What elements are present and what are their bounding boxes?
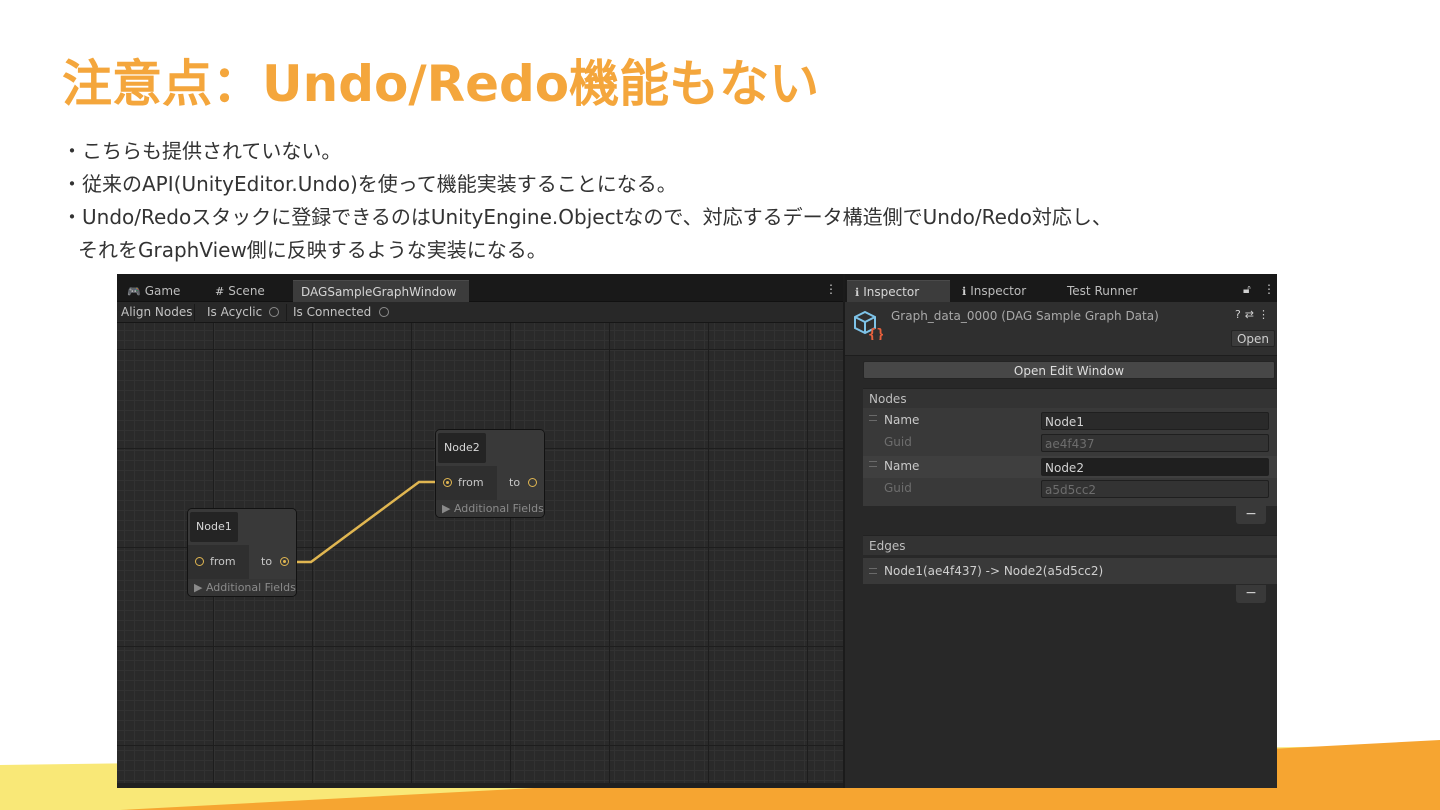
- lock-icon[interactable]: 🔓︎: [1243, 282, 1251, 297]
- is-acyclic-label: Is Acyclic: [207, 305, 263, 319]
- list-item: Guid ae4f437: [863, 432, 1277, 454]
- name-field[interactable]: Node1: [1041, 412, 1269, 430]
- node-ports: from to: [188, 545, 296, 579]
- list-item[interactable]: Name Node2: [863, 456, 1277, 478]
- game-controller-icon: 🎮: [127, 285, 141, 298]
- tab-game[interactable]: 🎮 Game: [119, 280, 188, 302]
- bullet-item: ・こちらも提供されていない。: [62, 139, 342, 163]
- tab-label: DAGSampleGraphWindow: [301, 285, 457, 299]
- node-header[interactable]: Node2: [436, 430, 544, 466]
- align-nodes-button[interactable]: Align Nodes: [117, 304, 196, 321]
- nodes-list: Name Node1 Guid ae4f437 Name Node2 Guid …: [863, 408, 1277, 506]
- input-port-connector-icon[interactable]: [443, 478, 452, 487]
- scene-grid-icon: #: [215, 285, 225, 298]
- list-item[interactable]: Name Node1: [863, 410, 1277, 432]
- node-header[interactable]: Node1: [188, 509, 296, 545]
- info-icon: ℹ: [855, 286, 860, 299]
- field-label: Guid: [884, 435, 912, 449]
- toolbar-divider: [194, 304, 195, 321]
- tab-label: Game: [144, 284, 181, 298]
- bullet-item: それをGraphView側に反映するような実装になる。: [78, 238, 547, 262]
- right-tab-bar: ℹ Inspector ℹ Inspector Test Runner 🔓︎ ⋮: [845, 274, 1277, 302]
- output-port[interactable]: to: [497, 466, 544, 500]
- field-label: Guid: [884, 481, 912, 495]
- input-port-connector-icon[interactable]: [195, 557, 204, 566]
- tab-label: Inspector: [970, 284, 1027, 298]
- bullet-list: ・こちらも提供されていない。 ・従来のAPI(UnityEditor.Undo)…: [62, 135, 1112, 267]
- asset-name: Graph_data_0000 (DAG Sample Graph Data): [891, 309, 1159, 323]
- tab-label: Scene: [228, 284, 265, 298]
- edge-label: Node1(ae4f437) -> Node2(a5d5cc2): [884, 564, 1104, 578]
- settings-sliders-icon[interactable]: ⇄: [1245, 308, 1258, 321]
- port-label: to: [261, 555, 273, 568]
- tab-inspector-2[interactable]: ℹ Inspector: [954, 280, 1034, 302]
- input-port[interactable]: from: [188, 545, 249, 579]
- guid-field: ae4f437: [1041, 434, 1269, 452]
- tab-dag-sample-graph-window[interactable]: DAGSampleGraphWindow: [293, 280, 469, 302]
- drag-handle-icon[interactable]: [869, 568, 877, 574]
- output-port[interactable]: to: [249, 545, 296, 579]
- field-label: Name: [884, 413, 920, 427]
- drag-handle-icon[interactable]: [869, 415, 877, 421]
- open-edit-window-button[interactable]: Open Edit Window: [863, 361, 1275, 379]
- edges-section-header[interactable]: Edges: [863, 535, 1277, 555]
- more-options-icon[interactable]: ⋮: [1258, 308, 1273, 321]
- is-acyclic-toggle[interactable]: [269, 307, 279, 317]
- is-connected-label: Is Connected: [293, 305, 372, 319]
- triangle-right-icon: ▶: [194, 581, 206, 594]
- help-icon[interactable]: ?: [1235, 308, 1245, 321]
- additional-fields-foldout[interactable]: ▶ Additional Fields: [188, 579, 296, 596]
- header-icons: ?⇄⋮: [1235, 308, 1273, 321]
- tab-scene[interactable]: # Scene: [207, 280, 273, 302]
- port-label: to: [509, 476, 521, 489]
- name-field[interactable]: Node2: [1041, 458, 1269, 476]
- list-item[interactable]: Node1(ae4f437) -> Node2(a5d5cc2): [863, 558, 1277, 584]
- toolbar-divider: [286, 304, 287, 321]
- node-ports: from to: [436, 466, 544, 500]
- svg-text:{}: {}: [868, 327, 883, 340]
- slide-title: 注意点：Undo/Redo機能もない: [62, 55, 820, 113]
- remove-node-button[interactable]: −: [1236, 506, 1266, 524]
- nodes-section-header[interactable]: Nodes: [863, 388, 1277, 408]
- unity-editor-screenshot: 🎮 Game # Scene DAGSampleGraphWindow ⋮ Alig…: [117, 274, 1277, 788]
- foldout-label: Additional Fields: [205, 581, 296, 594]
- bullet-item: ・Undo/Redoスタックに登録できるのはUnityEngine.Object…: [62, 205, 1112, 229]
- more-options-icon[interactable]: ⋮: [1263, 282, 1275, 296]
- inspector-window: ℹ Inspector ℹ Inspector Test Runner 🔓︎ ⋮ {…: [845, 274, 1277, 788]
- input-port[interactable]: from: [436, 466, 497, 500]
- port-label: from: [458, 476, 484, 489]
- node-title: Node1: [190, 512, 238, 542]
- tab-inspector[interactable]: ℹ Inspector: [847, 280, 950, 302]
- node-title: Node2: [438, 433, 486, 463]
- triangle-right-icon: ▶: [442, 502, 454, 515]
- more-options-icon[interactable]: ⋮: [825, 282, 837, 296]
- graph-node-node1[interactable]: Node1 from to ▶ Additional Fields: [187, 508, 297, 597]
- additional-fields-foldout[interactable]: ▶ Additional Fields: [436, 500, 544, 517]
- tab-label: Inspector: [863, 285, 920, 299]
- info-icon: ℹ: [962, 285, 967, 298]
- graph-canvas[interactable]: Node2 from to ▶ Additional Fields Node1 …: [117, 323, 843, 783]
- graph-node-node2[interactable]: Node2 from to ▶ Additional Fields: [435, 429, 545, 518]
- open-button[interactable]: Open: [1230, 330, 1275, 347]
- field-label: Name: [884, 459, 920, 473]
- inspector-header: {} Graph_data_0000 (DAG Sample Graph Dat…: [845, 302, 1277, 356]
- tab-label: Test Runner: [1067, 284, 1138, 298]
- output-port-connector-icon[interactable]: [280, 557, 289, 566]
- output-port-connector-icon[interactable]: [528, 478, 537, 487]
- port-label: from: [210, 555, 236, 568]
- remove-edge-button[interactable]: −: [1236, 585, 1266, 603]
- list-item: Guid a5d5cc2: [863, 478, 1277, 500]
- bullet-item: ・従来のAPI(UnityEditor.Undo)を使って機能実装することになる…: [62, 172, 677, 196]
- guid-field: a5d5cc2: [1041, 480, 1269, 498]
- left-tab-bar: 🎮 Game # Scene DAGSampleGraphWindow ⋮: [117, 274, 843, 302]
- graph-window: 🎮 Game # Scene DAGSampleGraphWindow ⋮ Alig…: [117, 274, 843, 788]
- scriptable-object-icon: {}: [854, 310, 883, 340]
- foldout-label: Additional Fields: [453, 502, 544, 515]
- drag-handle-icon[interactable]: [869, 461, 877, 467]
- is-connected-toggle[interactable]: [379, 307, 389, 317]
- tab-test-runner[interactable]: Test Runner: [1059, 280, 1145, 302]
- graph-toolbar: Align Nodes Is Acyclic Is Connected: [117, 302, 843, 323]
